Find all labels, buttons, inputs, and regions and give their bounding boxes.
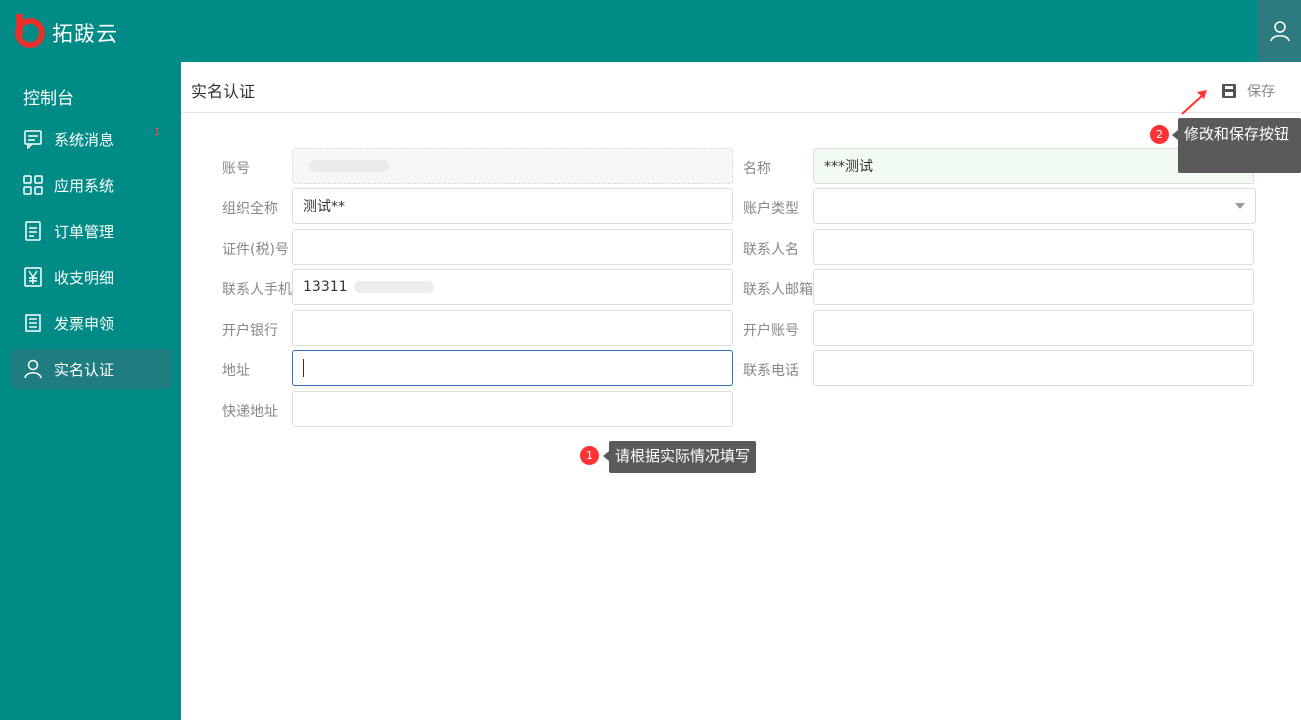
brand-logo-icon: [15, 14, 45, 48]
address-label: 地址: [222, 363, 250, 379]
contact-email-field[interactable]: [813, 269, 1254, 305]
sidebar-item-label: 实名认证: [54, 360, 115, 379]
sidebar-item-messages[interactable]: 系统消息: [12, 119, 172, 159]
contact-phone-label: 联系人手机: [222, 282, 292, 298]
save-hint-tooltip: 修改和保存按钮: [1172, 118, 1301, 173]
name-label: 名称: [743, 161, 771, 177]
masked-value: [353, 281, 434, 293]
sidebar-item-orders[interactable]: 订单管理: [12, 211, 172, 251]
express-address-label: 快递地址: [222, 404, 278, 420]
org-name-label: 组织全称: [222, 201, 278, 217]
tooltip-text: 请根据实际情况填写: [615, 447, 751, 465]
bank-account-label: 开户账号: [743, 323, 799, 339]
page-header: 实名认证 保存: [181, 62, 1301, 113]
masked-value: [309, 160, 389, 172]
top-bar: 拓跋云: [0, 0, 1301, 62]
contact-name-field[interactable]: [813, 229, 1254, 265]
address-field[interactable]: [292, 350, 733, 386]
contact-phone-field[interactable]: 13311: [292, 269, 733, 305]
sidebar-item-finance[interactable]: 收支明细: [12, 257, 172, 297]
contact-email-label: 联系人邮箱: [743, 282, 813, 298]
fill-hint-tooltip: 请根据实际情况填写: [603, 441, 757, 473]
tooltip-text: 修改和保存按钮: [1184, 125, 1290, 143]
chevron-down-icon: [1235, 203, 1245, 209]
contact-name-label: 联系人名: [743, 242, 799, 258]
express-address-field[interactable]: [292, 391, 733, 427]
tooltip-arrow: [1172, 130, 1178, 140]
account-field: [292, 148, 733, 184]
grid-icon: [22, 174, 44, 196]
sidebar-item-label: 收支明细: [54, 268, 115, 287]
unread-badge: 1: [154, 127, 161, 138]
sidebar-item-verification[interactable]: 实名认证: [12, 349, 172, 389]
sidebar-item-label: 系统消息: [54, 130, 115, 149]
save-button-label: 保存: [1247, 84, 1275, 100]
arrow-icon: [1181, 90, 1207, 115]
user-icon: [22, 358, 44, 380]
account-type-select[interactable]: [813, 188, 1256, 224]
user-menu-button[interactable]: [1258, 0, 1301, 62]
yen-icon: [22, 266, 44, 288]
tooltip-arrow: [603, 451, 609, 461]
telephone-label: 联系电话: [743, 363, 799, 379]
sidebar-console-title[interactable]: 控制台: [23, 84, 74, 109]
sidebar-item-label: 订单管理: [54, 222, 115, 241]
telephone-field[interactable]: [813, 350, 1254, 386]
save-icon: [1222, 84, 1236, 98]
invoice-icon: [22, 312, 44, 334]
account-type-label: 账户类型: [743, 201, 799, 217]
order-icon: [22, 220, 44, 242]
message-icon: [22, 128, 44, 150]
sidebar: 控制台 系统消息 1 应用系统 订单管理 收支明细 发票申领 实名认证: [0, 62, 181, 720]
sidebar-item-apps[interactable]: 应用系统: [12, 165, 172, 205]
save-button[interactable]: 保存: [1221, 81, 1275, 101]
text-caret: [303, 359, 304, 377]
step-badge-2: 2: [1150, 125, 1169, 144]
brand-name: 拓跋云: [52, 22, 118, 46]
user-icon: [1269, 21, 1290, 42]
account-label: 账号: [222, 161, 250, 177]
page-title: 实名认证: [191, 82, 256, 101]
bank-account-field[interactable]: [813, 310, 1254, 346]
bank-field[interactable]: [292, 310, 733, 346]
step-badge-1: 1: [580, 446, 599, 465]
cert-number-label: 证件(税)号: [222, 242, 289, 258]
cert-number-field[interactable]: [292, 229, 733, 265]
sidebar-item-label: 发票申领: [54, 314, 115, 333]
bank-label: 开户银行: [222, 323, 278, 339]
sidebar-item-label: 应用系统: [54, 176, 115, 195]
sidebar-item-invoice[interactable]: 发票申领: [12, 303, 172, 343]
org-name-field[interactable]: 测试**: [292, 188, 733, 224]
